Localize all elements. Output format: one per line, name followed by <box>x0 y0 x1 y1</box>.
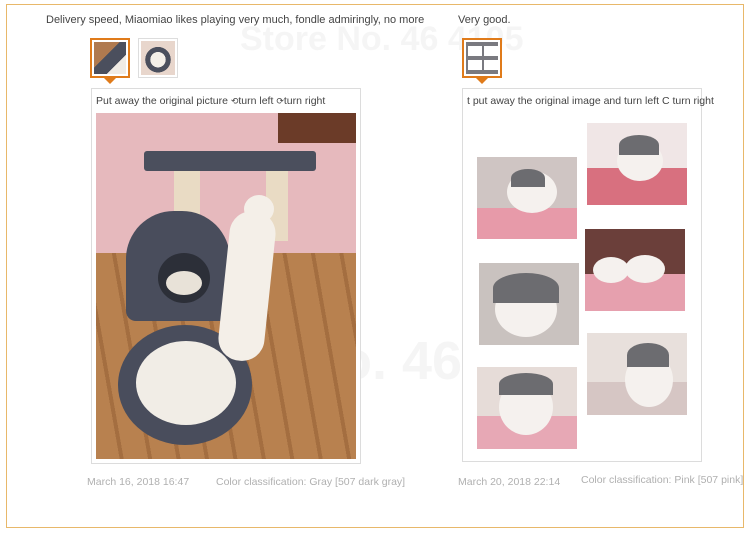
review-comment: Very good. <box>458 14 511 26</box>
color-classification: Color classification: Gray [507 dark gra… <box>216 476 406 488</box>
review-comment: Delivery speed, Miaomiao likes playing v… <box>46 14 425 26</box>
review-photo-collage <box>477 119 693 449</box>
image-viewer: Put away the original picture ⟲turn left… <box>91 88 361 464</box>
collage-photo <box>477 367 577 449</box>
review-date: March 16, 2018 16:47 <box>87 476 190 488</box>
collage-photo <box>585 229 685 311</box>
review-thumbnail-2[interactable] <box>138 38 178 78</box>
collage-photo <box>477 157 577 239</box>
image-viewer-toolbar: Put away the original picture ⟲turn left… <box>96 95 325 107</box>
collage-photo <box>587 333 687 415</box>
review-photo-cat-tree <box>96 113 356 459</box>
collage-photo <box>479 263 579 345</box>
image-viewer-toolbar[interactable]: t put away the original image and turn l… <box>467 95 714 107</box>
review-thumbnail-1[interactable] <box>90 38 130 78</box>
collage-photo <box>587 123 687 205</box>
rotate-right-icon: ⟳ <box>276 96 284 106</box>
turn-left-link[interactable]: turn left <box>238 95 273 107</box>
color-classification: Color classification: Pink [507 pink] <box>581 474 744 486</box>
review-thumbnails <box>90 38 178 78</box>
put-away-original-link[interactable]: Put away the original picture <box>96 95 228 107</box>
turn-right-link[interactable]: turn right <box>284 95 325 107</box>
review-thumbnails <box>462 38 502 78</box>
image-viewer: t put away the original image and turn l… <box>462 88 714 462</box>
review-thumbnail-1[interactable] <box>462 38 502 78</box>
review-date: March 20, 2018 22:14 <box>458 476 561 488</box>
